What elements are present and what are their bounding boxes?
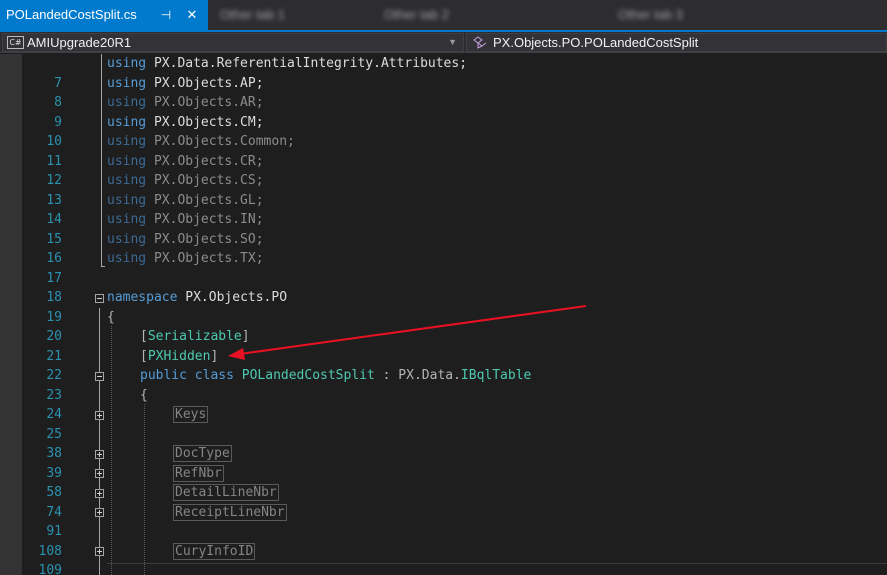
- project-dropdown[interactable]: C# AMIUpgrade20R1 ▼: [2, 33, 464, 52]
- tab-other-3[interactable]: Other tab 3: [612, 0, 862, 30]
- csharp-project-icon: C#: [7, 36, 24, 49]
- code-editor[interactable]: 7 using PX.Data.ReferentialIntegrity.Att…: [0, 54, 887, 575]
- tab-polandedcostsplit[interactable]: POLandedCostSplit.cs ⊣ ✕: [0, 0, 208, 30]
- tab-label: Other tab 2: [384, 7, 450, 22]
- tab-other-2[interactable]: Other tab 2: [378, 0, 578, 30]
- type-dropdown[interactable]: PX.Objects.PO.POLandedCostSplit: [466, 33, 887, 52]
- chevron-down-icon[interactable]: ▼: [448, 34, 457, 51]
- project-label: AMIUpgrade20R1: [27, 35, 132, 50]
- annotation-arrow-icon: [228, 305, 587, 360]
- pin-icon[interactable]: ⊣: [158, 0, 174, 30]
- tab-label: Other tab 1: [220, 7, 286, 22]
- document-tab-strip: POLandedCostSplit.cs ⊣ ✕ Other tab 1 Oth…: [0, 0, 887, 30]
- close-icon[interactable]: ✕: [184, 0, 200, 30]
- tab-other-1[interactable]: Other tab 1: [214, 0, 364, 30]
- navigation-bar: C# AMIUpgrade20R1 ▼ PX.Objects.PO.POLand…: [0, 32, 887, 53]
- class-icon: [473, 36, 487, 49]
- type-label: PX.Objects.PO.POLandedCostSplit: [493, 35, 699, 50]
- tab-label: POLandedCostSplit.cs: [6, 7, 137, 22]
- tab-label: Other tab 3: [618, 7, 684, 22]
